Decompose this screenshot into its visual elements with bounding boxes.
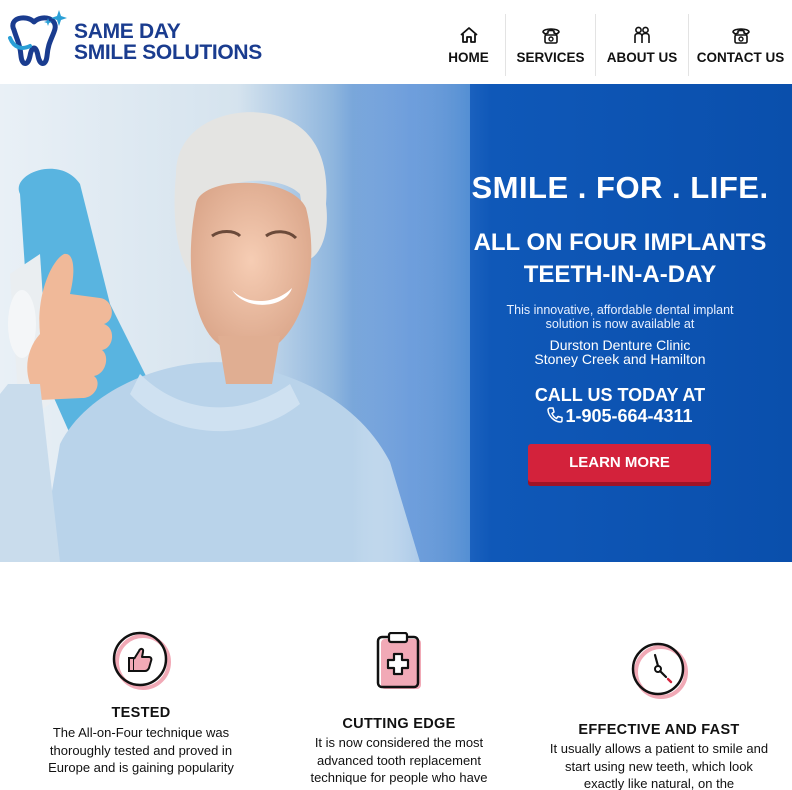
hero-photo-smiling-patient xyxy=(0,84,470,562)
brand-logo[interactable]: SAME DAY SMILE SOLUTIONS xyxy=(4,8,262,70)
feature-cutting-edge: CUTTING EDGE It is now considered the mo… xyxy=(296,632,502,787)
hero-slogan: SMILE . FOR . LIFE. xyxy=(471,170,769,205)
phone-icon xyxy=(731,28,750,44)
site-header: SAME DAY SMILE SOLUTIONS HOME SERVICES A… xyxy=(0,0,792,84)
brand-name-line2: SMILE SOLUTIONS xyxy=(74,41,263,64)
feature-effective-fast: EFFECTIVE AND FAST It usually allows a p… xyxy=(548,642,770,790)
main-nav: HOME SERVICES ABOUT US CONTACT US xyxy=(432,0,792,84)
feature-text: It is now considered the most advanced t… xyxy=(310,735,488,785)
phone-handset-icon xyxy=(547,407,564,423)
nav-label-home: HOME xyxy=(448,50,489,65)
hero-headline-line2: TEETH-IN-A-DAY xyxy=(523,261,717,288)
thumbs-up-icon xyxy=(112,631,171,690)
feature-tested: TESTED The All-on-Four technique was tho… xyxy=(36,630,246,777)
home-icon xyxy=(459,27,478,43)
phone-number: 1-905-664-4311 xyxy=(565,406,693,426)
nav-item-about-us[interactable]: ABOUT US xyxy=(595,14,688,76)
nav-item-contact-us[interactable]: CONTACT US xyxy=(688,14,792,76)
feature-text: It usually allows a patient to smile and… xyxy=(549,741,769,790)
nav-label-about-us: ABOUT US xyxy=(606,50,678,65)
phone-number-link[interactable]: 1-905-664-4311 xyxy=(448,406,792,427)
feature-title: CUTTING EDGE xyxy=(342,716,456,732)
features-section: TESTED The All-on-Four technique was tho… xyxy=(0,562,792,790)
call-us-heading: CALL US TODAY AT xyxy=(534,385,706,405)
phone-icon xyxy=(541,28,560,44)
feature-title: EFFECTIVE AND FAST xyxy=(578,722,740,738)
hero-intro-text: This innovative, affordable dental impla… xyxy=(506,303,734,331)
hero-banner: SMILE . FOR . LIFE. ALL ON FOUR IMPLANTS… xyxy=(0,84,792,562)
nav-item-home[interactable]: HOME xyxy=(432,14,505,76)
people-icon xyxy=(634,26,650,43)
feature-title: TESTED xyxy=(111,705,171,721)
nav-item-services[interactable]: SERVICES xyxy=(505,14,595,76)
clipboard-medical-icon xyxy=(376,632,421,689)
feature-text: The All-on-Four technique was thoroughly… xyxy=(48,725,234,775)
nav-label-services: SERVICES xyxy=(516,50,585,65)
clinic-locations: Stoney Creek and Hamilton xyxy=(534,351,706,367)
nav-label-contact-us: CONTACT US xyxy=(696,50,785,65)
tooth-sparkle-icon xyxy=(8,10,67,66)
clock-icon xyxy=(631,642,688,699)
learn-more-button[interactable]: LEARN MORE xyxy=(528,444,711,482)
hero-headline-line1: ALL ON FOUR IMPLANTS xyxy=(473,229,767,256)
